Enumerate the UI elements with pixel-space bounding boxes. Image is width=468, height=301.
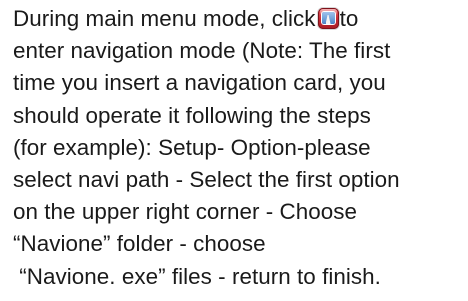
- navigation-icon: [317, 8, 339, 29]
- text-line-3: time you insert a navigation card, you: [13, 70, 386, 96]
- instruction-paragraph: During main menu mode, click to enter nav…: [13, 3, 468, 293]
- text-line-5: (for example): Setup- Option-please: [13, 134, 371, 160]
- text-line-2: enter navigation mode (Note: The first: [13, 38, 391, 64]
- text-line-9: “Navione. exe” files - return to finish.: [13, 263, 381, 289]
- text-line-4: should operate it following the steps: [13, 102, 371, 128]
- text-line-1-end: to: [339, 6, 359, 31]
- text-line-1-start: During main menu mode, click: [13, 6, 316, 31]
- text-line-6: select navi path - Select the first opti…: [13, 166, 400, 192]
- text-line-8: “Navione” folder - choose: [13, 231, 266, 257]
- text-line-1: During main menu mode, click to: [13, 3, 468, 35]
- text-line-7: on the upper right corner - Choose: [13, 199, 357, 225]
